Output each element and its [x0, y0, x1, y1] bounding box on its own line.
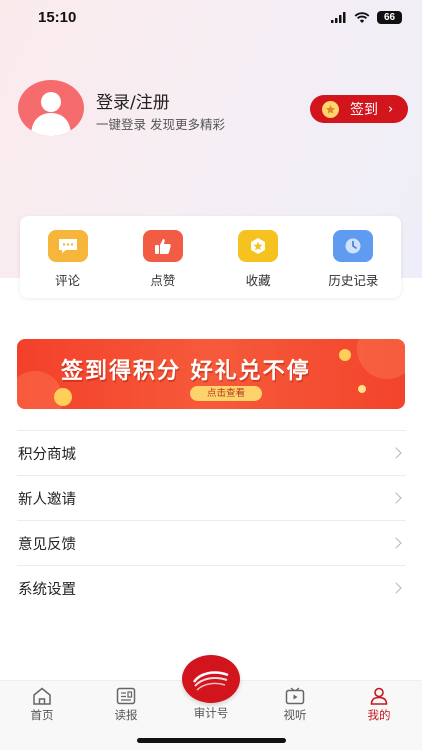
checkin-label: 签到 [350, 102, 378, 118]
tab-profile[interactable]: 我的 [349, 687, 409, 723]
tab-label: 审计号 [193, 706, 229, 720]
menu-item-label: 积分商城 [18, 446, 76, 463]
chevron-right-icon [390, 492, 402, 504]
menu-item-invite[interactable]: 新人邀请 [17, 475, 406, 520]
chevron-right-icon [390, 582, 402, 594]
quick-action-comments[interactable]: 评论 [20, 216, 115, 298]
quick-action-label: 收藏 [245, 273, 271, 288]
quick-actions-card: 评论 点赞 收藏 历史记录 [20, 216, 401, 298]
status-icons: 66 [331, 11, 402, 24]
tab-newspaper[interactable]: 读报 [96, 687, 156, 723]
audit-logo-icon[interactable] [182, 655, 240, 703]
status-bar: 15:10 66 [0, 0, 422, 40]
coin-icon [322, 100, 339, 118]
menu-item-label: 新人邀请 [18, 491, 76, 508]
tab-label: 我的 [367, 708, 391, 722]
battery-indicator: 66 [377, 11, 402, 24]
tab-label: 读报 [114, 708, 138, 722]
status-time: 15:10 [38, 9, 77, 26]
profile-section: 登录/注册 一键登录 发现更多精彩 签到 › [18, 80, 408, 140]
quick-action-favorites[interactable]: 收藏 [211, 216, 306, 298]
clock-icon [333, 230, 374, 262]
chevron-right-icon [390, 537, 402, 549]
menu-item-label: 系统设置 [18, 581, 76, 598]
signal-icon [331, 12, 346, 23]
newspaper-icon [116, 687, 136, 705]
chevron-right-icon [390, 447, 402, 459]
tab-video[interactable]: 视听 [265, 687, 325, 723]
star-icon [238, 230, 279, 262]
user-silhouette-icon [31, 92, 71, 136]
home-icon [33, 687, 51, 705]
chevron-right-icon: › [388, 101, 394, 117]
quick-action-history[interactable]: 历史记录 [306, 216, 401, 298]
tv-icon [285, 687, 305, 705]
checkin-button[interactable]: 签到 › [310, 95, 408, 123]
wifi-icon [354, 11, 370, 23]
menu-item-label: 意见反馈 [18, 536, 76, 553]
tab-label: 首页 [30, 708, 54, 722]
tab-audit[interactable]: 审计号 [181, 703, 241, 721]
quick-action-label: 评论 [55, 273, 81, 288]
profile-icon [370, 687, 388, 705]
settings-menu: 积分商城 新人邀请 意见反馈 系统设置 [17, 430, 406, 610]
menu-item-settings[interactable]: 系统设置 [17, 565, 406, 610]
banner-view-button[interactable]: 点击查看 [190, 386, 262, 401]
thumbs-up-icon [142, 230, 183, 262]
quick-action-label: 点赞 [150, 273, 176, 288]
quick-action-label: 历史记录 [328, 273, 379, 288]
login-subtitle: 一键登录 发现更多精彩 [96, 117, 225, 132]
menu-item-points-mall[interactable]: 积分商城 [17, 430, 406, 475]
comment-icon [47, 230, 88, 262]
home-indicator [137, 738, 286, 743]
tab-label: 视听 [283, 708, 307, 722]
menu-item-feedback[interactable]: 意见反馈 [17, 520, 406, 565]
avatar[interactable] [18, 80, 84, 136]
tab-home[interactable]: 首页 [12, 687, 72, 723]
checkin-points-banner[interactable]: 签到得积分 好礼兑不停 点击查看 [17, 339, 405, 409]
login-register-link[interactable]: 登录/注册 [96, 88, 170, 113]
banner-headline: 签到得积分 好礼兑不停 [61, 359, 311, 384]
quick-action-likes[interactable]: 点赞 [115, 216, 210, 298]
